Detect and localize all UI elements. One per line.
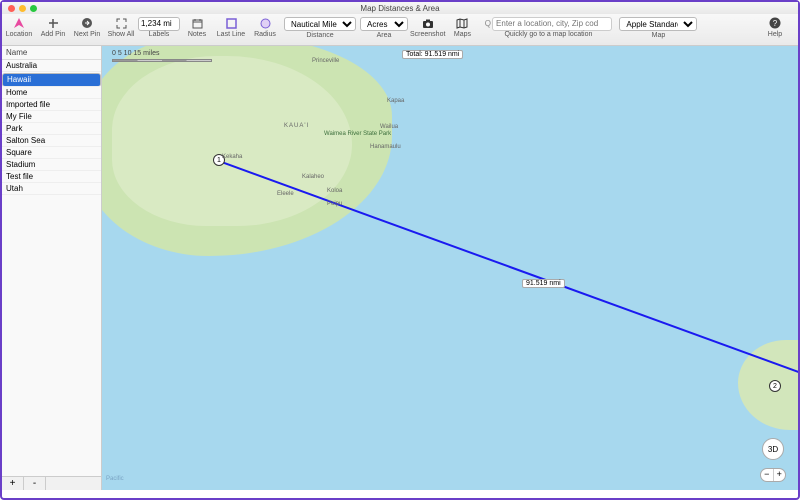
area-unit-select[interactable]: Acres Area <box>358 16 410 44</box>
plus-icon <box>48 16 59 30</box>
location-button[interactable]: Location <box>2 16 36 44</box>
area-unit-dropdown[interactable]: Acres <box>360 17 408 31</box>
window-title: Map Distances & Area <box>360 4 439 13</box>
show-all-button[interactable]: Show All <box>104 16 138 44</box>
help-button[interactable]: ? Help <box>758 16 792 44</box>
locations-list: AustraliaHawaiiHomeImported fileMy FileP… <box>2 60 101 476</box>
place-label: Koloa <box>327 188 342 194</box>
window-titlebar: Map Distances & Area <box>2 2 798 14</box>
square-outline-icon <box>226 16 237 30</box>
island-kauai <box>102 46 392 256</box>
goto-search[interactable]: Q Quickly go to a map location <box>479 16 617 44</box>
minimize-icon[interactable] <box>19 5 26 12</box>
place-label: Kekaha <box>222 154 242 160</box>
distance-unit-select[interactable]: Nautical Miles Distance <box>282 16 358 44</box>
place-label: Princeville <box>312 58 339 64</box>
remove-location-button[interactable]: - <box>24 477 46 490</box>
next-pin-button[interactable]: Next Pin <box>70 16 104 44</box>
scale-bar-icon <box>112 59 212 62</box>
maps-button[interactable]: Maps <box>445 16 479 44</box>
sidebar-item-salton-sea[interactable]: Salton Sea <box>2 135 101 147</box>
map-scale: 0 5 10 15 miles <box>112 50 212 62</box>
place-label: Kapaa <box>387 98 404 104</box>
total-distance-label: Total: 91.519 nmi <box>402 50 463 59</box>
map-style-dropdown[interactable]: Apple Standard <box>619 17 697 31</box>
svg-text:?: ? <box>773 19 778 28</box>
sidebar-item-hawaii[interactable]: Hawaii <box>2 73 101 87</box>
screenshot-button[interactable]: Screenshot <box>410 16 445 44</box>
sidebar-item-test-file[interactable]: Test file <box>2 171 101 183</box>
fullscreen-icon[interactable] <box>30 5 37 12</box>
zoom-control: − + <box>760 468 786 482</box>
zoom-out-button[interactable]: − <box>761 469 774 481</box>
3d-toggle-button[interactable]: 3D <box>762 438 784 460</box>
add-location-button[interactable]: + <box>2 477 24 490</box>
calendar-icon <box>192 16 203 30</box>
add-pin-button[interactable]: Add Pin <box>36 16 70 44</box>
sidebar-item-park[interactable]: Park <box>2 123 101 135</box>
segment-distance-label: 91.519 nmi <box>522 279 565 288</box>
toolbar: Location Add Pin Next Pin Show All Label… <box>2 14 798 46</box>
camera-icon <box>422 16 434 30</box>
sidebar-item-australia[interactable]: Australia <box>2 60 101 72</box>
place-label: Eleele <box>277 191 294 197</box>
map-view[interactable]: 0 5 10 15 miles Total: 91.519 nmi 91.519… <box>102 46 798 490</box>
locations-sidebar: Name AustraliaHawaiiHomeImported fileMy … <box>2 46 102 490</box>
park-label: Waimea River State Park <box>324 131 391 137</box>
sidebar-item-home[interactable]: Home <box>2 87 101 99</box>
close-icon[interactable] <box>8 5 15 12</box>
place-label: Hanamaulu <box>370 144 401 150</box>
sidebar-item-utah[interactable]: Utah <box>2 183 101 195</box>
map-icon <box>456 16 468 30</box>
measure-value-field <box>138 17 180 31</box>
help-icon: ? <box>769 16 781 30</box>
place-label: KAUA'I <box>284 123 309 129</box>
circle-icon <box>260 16 271 30</box>
distance-unit-dropdown[interactable]: Nautical Miles <box>284 17 356 31</box>
pin-2[interactable]: 2 <box>769 380 781 392</box>
place-label: Poipu <box>327 201 342 207</box>
sidebar-item-stadium[interactable]: Stadium <box>2 159 101 171</box>
location-search-input[interactable] <box>492 17 612 31</box>
measure-display: Labels <box>138 16 180 44</box>
sidebar-item-square[interactable]: Square <box>2 147 101 159</box>
sidebar-header: Name <box>2 46 101 60</box>
sidebar-item-my-file[interactable]: My File <box>2 111 101 123</box>
map-style-select[interactable]: Apple Standard Map <box>617 16 699 44</box>
zoom-in-button[interactable]: + <box>774 469 786 481</box>
place-label: Wailua <box>380 124 398 130</box>
place-label: Kalaheo <box>302 174 324 180</box>
arrow-right-circle-icon <box>81 16 93 30</box>
notes-button[interactable]: Notes <box>180 16 214 44</box>
radius-button[interactable]: Radius <box>248 16 282 44</box>
navigation-arrow-icon <box>13 16 25 30</box>
sidebar-item-imported-file[interactable]: Imported file <box>2 99 101 111</box>
expand-icon <box>116 16 127 30</box>
last-line-button[interactable]: Last Line <box>214 16 248 44</box>
ocean-label: Pacific <box>106 476 124 482</box>
